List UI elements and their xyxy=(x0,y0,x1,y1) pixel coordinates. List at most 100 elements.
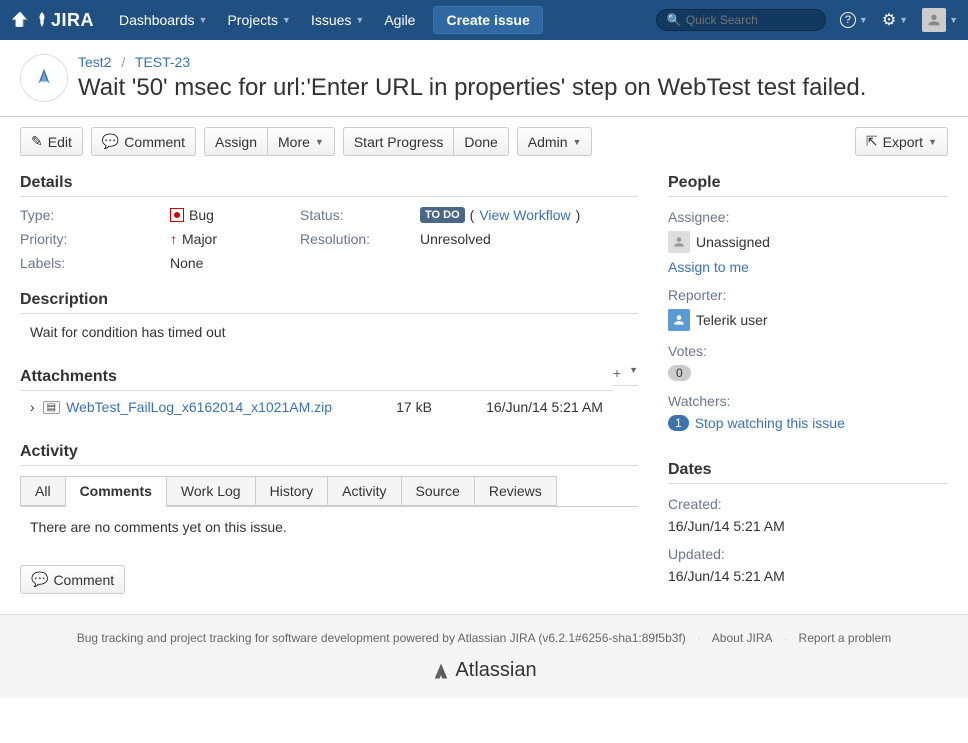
resolution-label: Resolution: xyxy=(300,231,420,247)
export-icon: ⇱ xyxy=(866,133,878,150)
admin-button[interactable]: Admin ▼ xyxy=(517,127,593,156)
priority-label: Priority: xyxy=(20,231,170,247)
no-comments-text: There are no comments yet on this issue. xyxy=(30,519,638,535)
project-avatar[interactable] xyxy=(20,54,68,102)
quick-search[interactable]: 🔍 xyxy=(656,9,826,31)
status-label: Status: xyxy=(300,207,420,223)
description-text: Wait for condition has timed out xyxy=(30,324,638,340)
description-heading: Description xyxy=(20,291,638,314)
avatar-icon xyxy=(922,8,946,32)
breadcrumb-separator: / xyxy=(121,54,125,70)
priority-value: ↑Major xyxy=(170,231,300,247)
type-value: Bug xyxy=(170,207,300,223)
votes-count: 0 xyxy=(668,365,691,381)
expand-icon[interactable]: › xyxy=(30,399,35,415)
jira-logo-icon xyxy=(33,11,51,29)
attachment-options-icon[interactable]: ▼ xyxy=(629,365,638,381)
assignee-label: Assignee: xyxy=(668,209,948,225)
breadcrumb: Test2 / TEST-23 xyxy=(20,54,948,70)
tab-source[interactable]: Source xyxy=(401,476,475,506)
atlassian-icon xyxy=(431,661,451,681)
export-button[interactable]: ⇱Export ▼ xyxy=(855,127,948,156)
votes-label: Votes: xyxy=(668,343,948,359)
edit-button[interactable]: ✎Edit xyxy=(20,127,83,156)
nav-dashboards[interactable]: Dashboards▼ xyxy=(109,12,217,28)
attachment-date: 16/Jun/14 5:21 AM xyxy=(486,399,603,415)
watchers-label: Watchers: xyxy=(668,393,948,409)
footer-version: (v6.2.1#6256-sha1:89f5b3f) xyxy=(535,631,686,645)
details-grid: Type: Bug Status: TO DO (View Workflow) … xyxy=(20,207,638,271)
view-workflow-link[interactable]: View Workflow xyxy=(479,207,570,223)
tab-history[interactable]: History xyxy=(255,476,329,506)
user-menu[interactable]: ▼ xyxy=(922,8,958,32)
labels-label: Labels: xyxy=(20,255,170,271)
person-icon xyxy=(668,231,690,253)
logo-text: JIRA xyxy=(51,10,94,31)
breadcrumb-project[interactable]: Test2 xyxy=(78,54,111,70)
issue-header: Test2 / TEST-23 Wait '50' msec for url:'… xyxy=(0,40,968,117)
breadcrumb-key[interactable]: TEST-23 xyxy=(135,54,190,70)
assignee-value: Unassigned xyxy=(668,231,948,253)
nav-items: Dashboards▼ Projects▼ Issues▼ Agile Crea… xyxy=(109,6,543,34)
attachment-link[interactable]: WebTest_FailLog_x6162014_x1021AM.zip xyxy=(66,399,396,415)
footer-text: Bug tracking and project tracking for so… xyxy=(77,631,458,645)
updated-label: Updated: xyxy=(668,546,948,562)
atlassian-logo[interactable]: Atlassian xyxy=(16,659,952,682)
attachment-row: › ▤ WebTest_FailLog_x6162014_x1021AM.zip… xyxy=(20,391,638,435)
issue-title: Wait '50' msec for url:'Enter URL in pro… xyxy=(20,74,948,102)
tab-activity[interactable]: Activity xyxy=(327,476,401,506)
labels-value: None xyxy=(170,255,300,271)
tab-worklog[interactable]: Work Log xyxy=(166,476,256,506)
top-nav: JIRA Dashboards▼ Projects▼ Issues▼ Agile… xyxy=(0,0,968,40)
attachment-size: 17 kB xyxy=(396,399,486,415)
jira-logo[interactable]: JIRA xyxy=(10,10,94,31)
details-heading: Details xyxy=(20,174,638,197)
assign-button[interactable]: Assign xyxy=(204,127,267,156)
footer-jira-link[interactable]: Atlassian JIRA xyxy=(458,631,535,645)
nav-projects[interactable]: Projects▼ xyxy=(217,12,301,28)
created-value: 16/Jun/14 5:21 AM xyxy=(668,518,948,534)
tab-reviews[interactable]: Reviews xyxy=(474,476,557,506)
reporter-value: Telerik user xyxy=(668,309,948,331)
status-value: TO DO (View Workflow) xyxy=(420,207,638,223)
gear-icon[interactable]: ⚙▼ xyxy=(882,10,908,30)
nav-issues[interactable]: Issues▼ xyxy=(301,12,374,28)
create-issue-button[interactable]: Create issue xyxy=(433,6,542,34)
stop-watching-link[interactable]: Stop watching this issue xyxy=(695,415,845,431)
activity-tabs: All Comments Work Log History Activity S… xyxy=(20,476,638,507)
assign-to-me-link[interactable]: Assign to me xyxy=(668,259,749,275)
more-button[interactable]: More ▼ xyxy=(267,127,335,156)
watchers-count: 1 xyxy=(668,415,689,431)
attachments-heading: Attachments xyxy=(20,368,613,391)
updated-value: 16/Jun/14 5:21 AM xyxy=(668,568,948,584)
priority-icon: ↑ xyxy=(170,231,177,247)
comment-icon: 💬 xyxy=(102,133,119,150)
dates-heading: Dates xyxy=(668,461,948,484)
add-comment-button[interactable]: 💬Comment xyxy=(20,565,125,594)
about-jira-link[interactable]: About JIRA xyxy=(712,631,772,645)
reporter-label: Reporter: xyxy=(668,287,948,303)
person-icon xyxy=(668,309,690,331)
done-button[interactable]: Done xyxy=(453,127,508,156)
comment-button[interactable]: 💬Comment xyxy=(91,127,196,156)
nav-agile[interactable]: Agile xyxy=(374,12,425,28)
toolbar: ✎Edit 💬Comment Assign More ▼ Start Progr… xyxy=(0,117,968,166)
activity-heading: Activity xyxy=(20,443,638,466)
tab-comments[interactable]: Comments xyxy=(65,476,167,507)
search-input[interactable] xyxy=(686,13,816,27)
people-heading: People xyxy=(668,174,948,197)
tab-all[interactable]: All xyxy=(20,476,66,506)
file-icon: ▤ xyxy=(43,401,60,414)
search-icon: 🔍 xyxy=(667,13,682,27)
report-problem-link[interactable]: Report a problem xyxy=(799,631,892,645)
add-attachment-icon[interactable]: + xyxy=(613,365,621,381)
pencil-icon: ✎ xyxy=(31,133,43,150)
help-icon[interactable]: ?▼ xyxy=(840,12,868,28)
resolution-value: Unresolved xyxy=(420,231,638,247)
comment-icon: 💬 xyxy=(31,571,48,588)
start-progress-button[interactable]: Start Progress xyxy=(343,127,453,156)
footer: Bug tracking and project tracking for so… xyxy=(0,614,968,698)
created-label: Created: xyxy=(668,496,948,512)
status-lozenge: TO DO xyxy=(420,207,465,223)
type-label: Type: xyxy=(20,207,170,223)
